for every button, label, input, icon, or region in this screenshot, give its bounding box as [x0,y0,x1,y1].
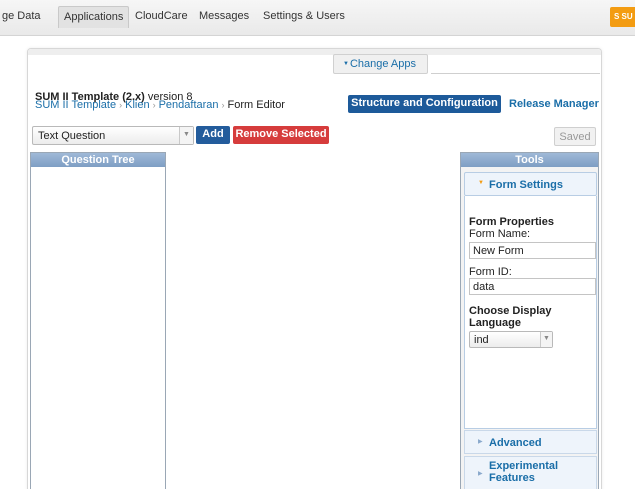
language-select[interactable]: ind ▼ [469,331,553,348]
nav-item-applications[interactable]: Applications [58,6,130,28]
breadcrumb-separator: › [221,100,225,110]
nav-item-messages[interactable]: Messages [199,10,249,22]
form-settings-label: Form Settings [489,179,563,191]
nav-item-cloudcare[interactable]: CloudCare [135,10,188,22]
dropdown-arrow-icon: ▼ [540,332,552,347]
remove-selected-button[interactable]: Remove Selected [233,126,329,144]
breadcrumb-form[interactable]: Pendaftaran [159,99,219,111]
breadcrumb-app[interactable]: SUM II Template [35,99,116,111]
breadcrumb-module[interactable]: Klien [125,99,149,111]
tools-header: Tools [461,153,598,167]
question-type-select[interactable]: Text Question ▼ [32,126,194,145]
top-nav: ge Data Applications CloudCare Messages … [0,0,635,36]
nav-item-settings-users[interactable]: Settings & Users [263,10,345,22]
question-tree-panel: Question Tree [30,152,166,489]
form-name-field[interactable]: New Form [469,242,596,259]
question-tree-header: Question Tree [31,153,165,167]
form-id-label: Form ID: [469,266,512,278]
experimental-features-label: Experimental Features [489,460,559,484]
add-question-button[interactable]: Add [196,126,230,144]
user-menu-badge[interactable]: S SU [610,7,635,27]
breadcrumb-current: Form Editor [227,99,285,111]
form-name-label: Form Name: [469,228,531,240]
change-apps-tab[interactable]: ▼Change Apps [333,54,428,74]
language-value: ind [474,334,489,346]
question-type-value: Text Question [38,130,106,142]
expanded-arrow-icon: ▼ [478,180,484,186]
breadcrumb-separator: › [152,100,156,110]
frame-top-bar [28,49,601,55]
saved-button[interactable]: Saved [554,127,596,146]
form-settings-body: Form Properties Form Name: New Form Form… [464,196,597,429]
change-apps-label: Change Apps [349,58,417,70]
breadcrumb-separator: › [119,100,123,110]
advanced-tab[interactable]: ▶ Advanced [464,430,597,454]
choose-language-label: Choose Display Language [469,305,552,329]
experimental-features-tab[interactable]: ▶ Experimental Features [464,456,597,489]
nav-item-manage-data[interactable]: ge Data [2,10,41,22]
advanced-label: Advanced [489,437,542,449]
form-id-field[interactable]: data [469,278,596,295]
caret-down-icon: ▼ [343,61,349,67]
release-manager-link[interactable]: Release Manager [509,98,599,110]
tools-panel: Tools ▼ Form Settings Form Properties Fo… [460,152,599,489]
structure-configuration-button[interactable]: Structure and Configuration [348,95,501,113]
form-properties-heading: Form Properties [469,216,554,228]
breadcrumb: SUM II Template › Klien › Pendaftaran › Form E… [35,99,285,111]
form-settings-tab[interactable]: ▼ Form Settings [464,172,597,196]
tab-divider [431,73,600,74]
collapsed-arrow-icon: ▶ [478,439,483,445]
dropdown-arrow-icon: ▼ [179,127,193,144]
collapsed-arrow-icon: ▶ [478,471,483,477]
